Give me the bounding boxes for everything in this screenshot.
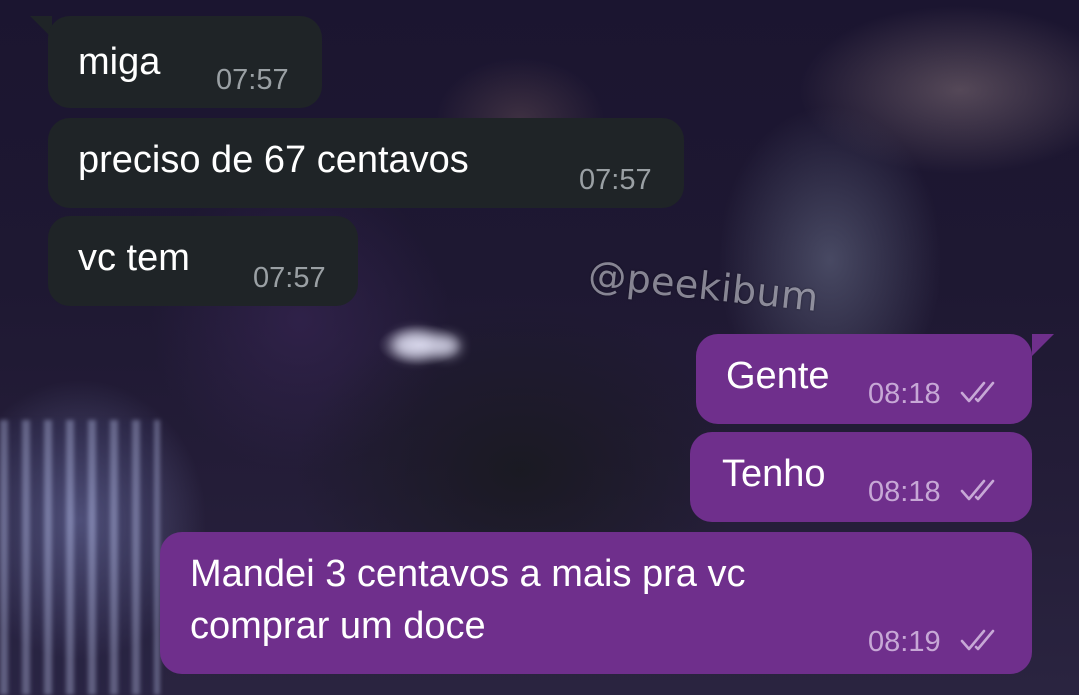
message-timestamp: 08:18 bbox=[868, 476, 941, 508]
message-timestamp: 07:57 bbox=[216, 64, 289, 96]
message-text: preciso de 67 centavos bbox=[78, 139, 469, 181]
read-double-check-icon bbox=[960, 629, 995, 651]
message-text: Tenho bbox=[722, 453, 826, 495]
message-timestamp: 07:57 bbox=[253, 262, 326, 294]
outgoing-message-bubble[interactable]: Tenho 08:18 bbox=[690, 432, 1032, 522]
outgoing-message-bubble[interactable]: Gente 08:18 bbox=[696, 334, 1032, 424]
incoming-message-bubble[interactable]: preciso de 67 centavos 07:57 bbox=[48, 118, 684, 208]
message-timestamp: 07:57 bbox=[579, 164, 652, 196]
outgoing-message-bubble[interactable]: Mandei 3 centavos a mais pra vc comprar … bbox=[160, 532, 1032, 674]
message-text: Gente bbox=[726, 355, 830, 397]
message-list[interactable]: miga 07:57 preciso de 67 centavos 07:57 … bbox=[0, 0, 1079, 695]
message-timestamp: 08:19 bbox=[868, 626, 941, 658]
incoming-message-bubble[interactable]: vc tem 07:57 bbox=[48, 216, 358, 306]
read-double-check-icon bbox=[960, 381, 995, 403]
incoming-message-bubble[interactable]: miga 07:57 bbox=[48, 16, 322, 108]
message-text: Mandei 3 centavos a mais pra vc comprar … bbox=[190, 553, 746, 647]
message-timestamp: 08:18 bbox=[868, 378, 941, 410]
message-text: vc tem bbox=[78, 237, 190, 279]
read-double-check-icon bbox=[960, 479, 995, 501]
outgoing-bubble-tail bbox=[1032, 334, 1054, 356]
message-text: miga bbox=[78, 41, 161, 83]
